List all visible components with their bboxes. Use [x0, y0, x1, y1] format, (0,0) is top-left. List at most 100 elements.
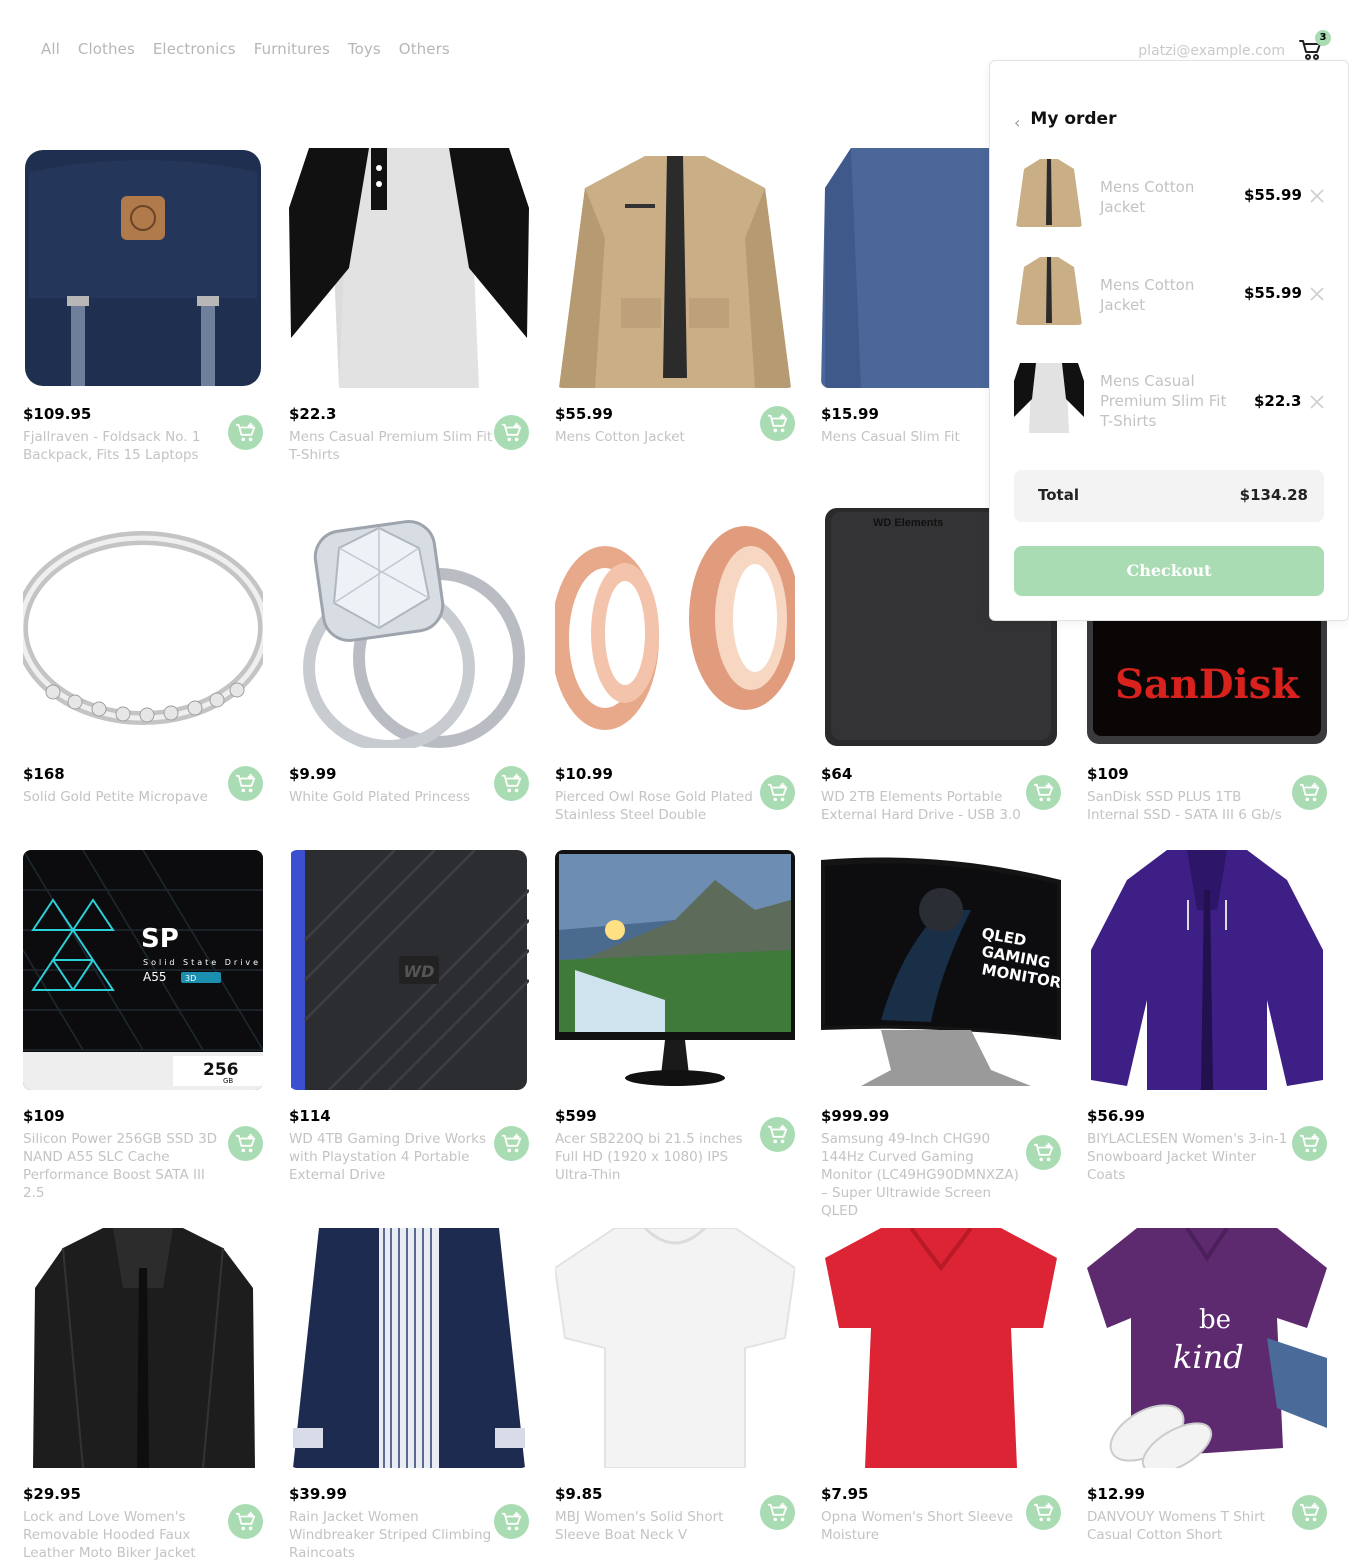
- product-price: $168: [23, 765, 65, 783]
- product-title: BIYLACLESEN Women's 3-in-1 Snowboard Jac…: [1087, 1131, 1288, 1183]
- product-card[interactable]: $9.99 White Gold Plated Princess: [289, 508, 529, 805]
- product-price: $64: [821, 765, 853, 783]
- product-image-wd-gaming-drive[interactable]: WD: [289, 850, 529, 1090]
- product-title: Mens Cotton Jacket: [555, 429, 685, 445]
- order-item-price: $55.99: [1244, 284, 1302, 302]
- product-image-navy-raincoat[interactable]: [289, 1228, 529, 1468]
- product-image-rose-gold-plugs[interactable]: [555, 508, 795, 748]
- product-card[interactable]: $56.99 BIYLACLESEN Women's 3-in-1 Snowbo…: [1087, 850, 1327, 1183]
- add-cart-icon: [1299, 1502, 1320, 1522]
- add-cart-icon: [501, 1511, 522, 1531]
- product-image-raglan-tshirt[interactable]: [289, 148, 529, 388]
- shirt-text-kind: kind: [1173, 1338, 1244, 1376]
- wd-elements-label: WD Elements: [873, 517, 943, 529]
- add-to-cart-button[interactable]: [1292, 1495, 1327, 1530]
- product-title: Pierced Owl Rose Gold Plated Stainless S…: [555, 789, 753, 823]
- close-icon[interactable]: [1308, 393, 1326, 411]
- product-image-red-tshirt[interactable]: [821, 1228, 1061, 1468]
- add-to-cart-button[interactable]: [760, 1117, 795, 1152]
- nav-link-clothes[interactable]: Clothes: [78, 40, 135, 58]
- product-card[interactable]: QLED GAMING MONITOR $999.99 Samsung 49-I…: [821, 850, 1061, 1219]
- add-to-cart-button[interactable]: [760, 775, 795, 810]
- product-card[interactable]: SP Solid State Drive A55 3D 256 GB $109 …: [23, 850, 263, 1201]
- product-image-acer-monitor[interactable]: [555, 850, 795, 1090]
- product-price: $999.99: [821, 1107, 890, 1125]
- nav-link-furnitures[interactable]: Furnitures: [254, 40, 330, 58]
- product-card[interactable]: $109.95 Fjallraven - Foldsack No. 1 Back…: [23, 148, 263, 463]
- product-price: $109.95: [23, 405, 92, 423]
- order-item: Mens Cotton Jacket $55.99: [1014, 255, 1326, 331]
- add-cart-icon: [501, 422, 522, 442]
- checkout-button[interactable]: Checkout: [1014, 546, 1324, 596]
- product-price: $29.95: [23, 1485, 81, 1503]
- product-title: Acer SB220Q bi 21.5 inches Full HD (1920…: [555, 1131, 743, 1183]
- product-card[interactable]: $168 Solid Gold Petite Micropave: [23, 508, 263, 805]
- add-to-cart-button[interactable]: [228, 415, 263, 450]
- product-card[interactable]: $29.95 Lock and Love Women's Removable H…: [23, 1228, 263, 1561]
- add-to-cart-button[interactable]: [494, 1126, 529, 1161]
- product-card[interactable]: $39.99 Rain Jacket Women Windbreaker Str…: [289, 1228, 529, 1561]
- product-price: $109: [1087, 765, 1129, 783]
- product-price: $7.95: [821, 1485, 869, 1503]
- product-image-white-top[interactable]: [555, 1228, 795, 1468]
- add-to-cart-button[interactable]: [760, 1495, 795, 1530]
- product-card[interactable]: $599 Acer SB220Q bi 21.5 inches Full HD …: [555, 850, 795, 1183]
- product-image-sp-ssd[interactable]: SP Solid State Drive A55 3D 256 GB: [23, 850, 263, 1090]
- cart-count-badge: 3: [1315, 30, 1331, 46]
- order-item-price: $22.3: [1254, 392, 1302, 410]
- sandisk-logo: SanDisk: [1115, 661, 1300, 708]
- product-image-leather-jacket[interactable]: [23, 1228, 263, 1468]
- product-image-samsung-monitor[interactable]: QLED GAMING MONITOR: [821, 850, 1061, 1090]
- add-to-cart-button[interactable]: [1292, 1126, 1327, 1161]
- product-card[interactable]: WD $114 WD 4TB Gaming Drive Works with P…: [289, 850, 529, 1183]
- nav-link-toys[interactable]: Toys: [348, 40, 381, 58]
- product-image-cotton-jacket[interactable]: [555, 148, 795, 388]
- close-icon[interactable]: [1308, 187, 1326, 205]
- product-card[interactable]: $7.95 Opna Women's Short Sleeve Moisture: [821, 1228, 1061, 1543]
- close-icon[interactable]: [1308, 285, 1326, 303]
- product-card[interactable]: $10.99 Pierced Owl Rose Gold Plated Stai…: [555, 508, 795, 823]
- product-image-backpack[interactable]: [23, 148, 263, 388]
- product-card[interactable]: $22.3 Mens Casual Premium Slim Fit T-Shi…: [289, 148, 529, 463]
- add-to-cart-button[interactable]: [494, 415, 529, 450]
- product-title: WD 2TB Elements Portable External Hard D…: [821, 789, 1021, 823]
- add-to-cart-button[interactable]: [1026, 1495, 1061, 1530]
- add-to-cart-button[interactable]: [228, 1504, 263, 1539]
- nav-link-others[interactable]: Others: [399, 40, 450, 58]
- product-title: White Gold Plated Princess: [289, 789, 471, 805]
- order-item-price: $55.99: [1244, 186, 1302, 204]
- product-image-purple-jacket[interactable]: [1087, 850, 1327, 1090]
- add-to-cart-button[interactable]: [1292, 775, 1327, 810]
- add-to-cart-button[interactable]: [494, 766, 529, 801]
- add-to-cart-button[interactable]: [1026, 1135, 1061, 1170]
- category-nav: All Clothes Electronics Furnitures Toys …: [41, 40, 450, 58]
- order-item-image: [1014, 255, 1084, 325]
- order-total: Total $134.28: [1014, 470, 1324, 522]
- add-to-cart-button[interactable]: [1026, 775, 1061, 810]
- add-to-cart-button[interactable]: [760, 406, 795, 441]
- product-card[interactable]: $9.85 MBJ Women's Solid Short Sleeve Boa…: [555, 1228, 795, 1543]
- product-image-silver-band-ring[interactable]: [23, 508, 263, 748]
- product-title: SanDisk SSD PLUS 1TB Internal SSD - SATA…: [1087, 789, 1282, 823]
- product-title: Opna Women's Short Sleeve Moisture: [821, 1509, 1013, 1543]
- wd-logo: WD: [404, 962, 435, 981]
- product-image-diamond-ring[interactable]: [289, 508, 529, 748]
- add-cart-icon: [1033, 782, 1054, 802]
- chevron-left-icon[interactable]: ‹: [1014, 113, 1020, 132]
- product-card[interactable]: $55.99 Mens Cotton Jacket: [555, 148, 795, 445]
- shirt-text-be: be: [1199, 1305, 1231, 1335]
- nav-link-electronics[interactable]: Electronics: [153, 40, 236, 58]
- order-panel-header: ‹ My order: [1014, 105, 1116, 133]
- order-item-image: [1014, 363, 1084, 433]
- nav-link-all[interactable]: All: [41, 40, 60, 58]
- product-price: $9.99: [289, 765, 337, 783]
- product-title: Silicon Power 256GB SSD 3D NAND A55 SLC …: [23, 1131, 218, 1201]
- product-image-purple-tshirt[interactable]: be kind: [1087, 1228, 1327, 1468]
- add-to-cart-button[interactable]: [494, 1504, 529, 1539]
- product-price: $56.99: [1087, 1107, 1145, 1125]
- product-price: $10.99: [555, 765, 613, 783]
- add-to-cart-button[interactable]: [228, 1126, 263, 1161]
- add-cart-icon: [235, 1133, 256, 1153]
- add-to-cart-button[interactable]: [228, 766, 263, 801]
- product-card[interactable]: be kind $12.99 DANVOUY Womens T Shirt Ca…: [1087, 1228, 1327, 1543]
